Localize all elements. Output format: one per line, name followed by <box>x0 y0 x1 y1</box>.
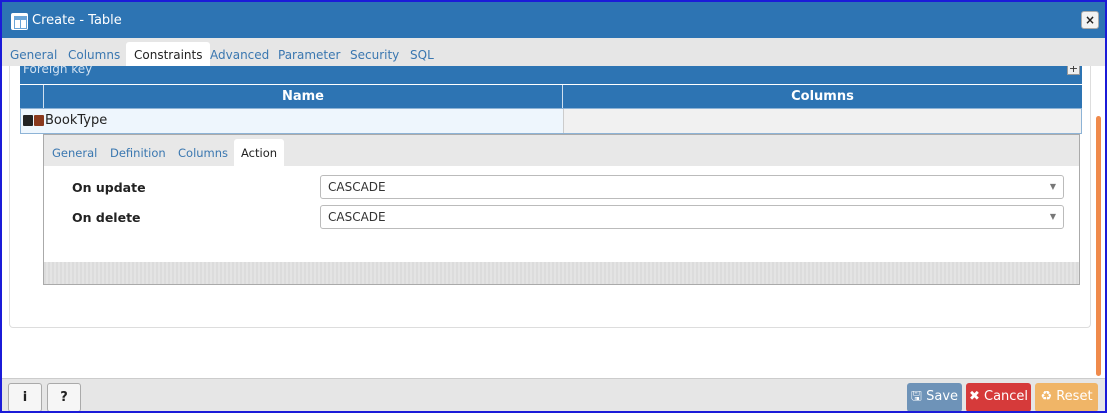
table-row[interactable]: BookType <box>20 108 1082 134</box>
title-bar: Create - Table × <box>2 2 1105 38</box>
tab-columns[interactable]: Columns <box>62 42 126 66</box>
tab-bar: General Columns Constraints Advanced Par… <box>2 38 1105 66</box>
row-edit-panel: General Definition Columns Action On upd… <box>43 134 1080 285</box>
edit-icon[interactable] <box>23 115 33 126</box>
close-icon: ✖ <box>968 389 980 404</box>
recycle-icon: ♻ <box>1040 389 1053 404</box>
tab-parameter[interactable]: Parameter <box>272 42 346 66</box>
chevron-down-icon: ▼ <box>1049 182 1056 191</box>
on-update-select[interactable]: CASCADE ▼ <box>320 175 1064 199</box>
tab-sql[interactable]: SQL <box>404 42 440 66</box>
on-update-label: On update <box>72 180 146 195</box>
reset-label: Reset <box>1056 389 1093 404</box>
subtab-general[interactable]: General <box>45 139 104 166</box>
close-button[interactable]: × <box>1081 11 1099 29</box>
row-columns <box>563 109 1081 133</box>
cancel-button[interactable]: ✖ Cancel <box>966 383 1031 411</box>
section-title: Foreign key <box>23 66 93 76</box>
info-button[interactable]: i <box>8 383 42 411</box>
row-name: BookType <box>45 113 108 128</box>
help-button[interactable]: ? <box>47 383 81 411</box>
save-button[interactable]: 🖫 Save <box>907 383 962 411</box>
delete-icon[interactable] <box>34 115 44 126</box>
tab-general[interactable]: General <box>4 42 63 66</box>
dialog-title: Create - Table <box>32 13 122 28</box>
table-header: Name Columns <box>20 84 1082 108</box>
save-label: Save <box>926 389 959 404</box>
save-icon: 🖫 <box>910 389 922 404</box>
header-name: Name <box>43 85 562 108</box>
subtab-action[interactable]: Action <box>234 139 285 166</box>
action-form: On update CASCADE ▼ On delete CASCADE ▼ <box>44 166 1079 262</box>
dialog-footer: i ? 🖫 Save ✖ Cancel ♻ Reset <box>2 378 1105 411</box>
tab-security[interactable]: Security <box>344 42 405 66</box>
header-actions <box>20 85 43 108</box>
on-update-value: CASCADE <box>328 180 386 194</box>
foreign-key-header: Foreign key + <box>20 66 1082 84</box>
on-delete-select[interactable]: CASCADE ▼ <box>320 205 1064 229</box>
chevron-down-icon: ▼ <box>1049 212 1056 221</box>
table-icon <box>11 13 28 30</box>
tab-constraints[interactable]: Constraints <box>126 42 211 66</box>
scrollbar[interactable] <box>1096 116 1101 376</box>
reset-button[interactable]: ♻ Reset <box>1035 383 1098 411</box>
on-delete-value: CASCADE <box>328 210 386 224</box>
create-table-dialog: Create - Table × General Columns Constra… <box>0 0 1107 413</box>
cancel-label: Cancel <box>984 389 1029 404</box>
tab-advanced[interactable]: Advanced <box>204 42 275 66</box>
header-columns: Columns <box>562 85 1082 108</box>
on-delete-label: On delete <box>72 210 141 225</box>
subtab-definition[interactable]: Definition <box>103 139 173 166</box>
add-foreign-key-button[interactable]: + <box>1067 66 1080 75</box>
subtab-columns[interactable]: Columns <box>171 139 235 166</box>
dialog-body: Foreign key + Name Columns BookType Gene… <box>2 66 1105 378</box>
panel-footer <box>44 262 1079 284</box>
